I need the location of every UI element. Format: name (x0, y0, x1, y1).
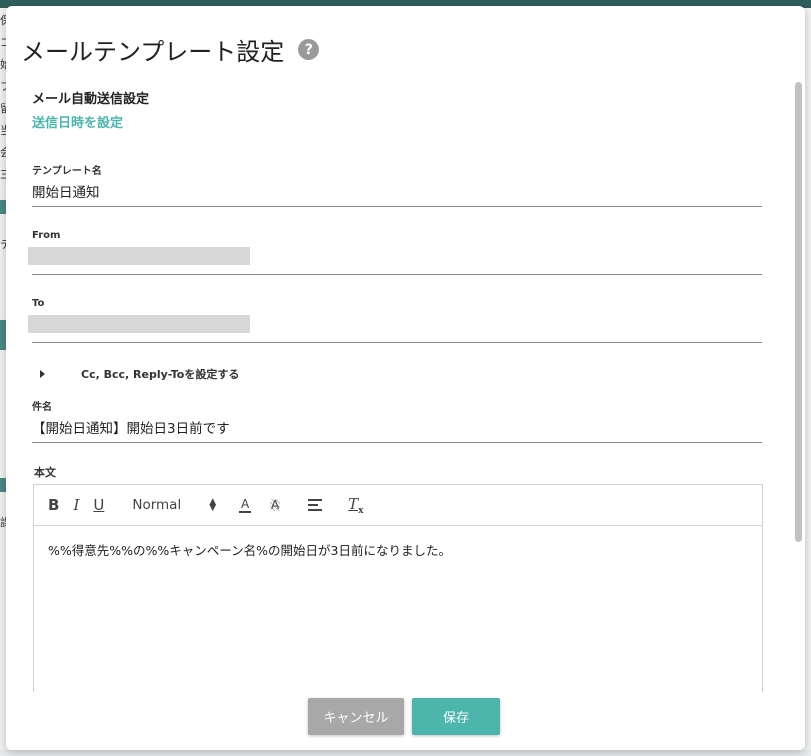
select-arrows-icon: ▲ ▼ (209, 497, 217, 513)
editor-content[interactable]: %%得意先%%の%%キャンペーン名%の開始日が3日前になりました。 (34, 526, 762, 573)
mail-template-dialog: メールテンプレート設定 ? メール自動送信設定 送信日時を設定 テンプレート名 … (6, 6, 805, 750)
subject-input[interactable] (32, 419, 762, 435)
background-color-button[interactable]: A (268, 499, 282, 511)
set-send-datetime-link[interactable]: 送信日時を設定 (32, 112, 123, 131)
dialog-title-row: メールテンプレート設定 ? (21, 32, 320, 67)
cc-bcc-toggle[interactable]: Cc, Bcc, Reply-Toを設定する (40, 366, 239, 382)
to-label: To (32, 298, 45, 309)
font-color-icon: A (241, 496, 250, 511)
scrollbar-thumb[interactable] (795, 82, 802, 542)
body-label: 本文 (34, 466, 56, 479)
format-select[interactable]: Normal ▲ ▼ (132, 497, 216, 513)
subject-field: 件名 (32, 398, 762, 443)
dialog-footer: キャンセル 保存 (6, 692, 805, 750)
subject-label: 件名 (32, 402, 52, 413)
to-field: To (28, 298, 762, 343)
rich-text-editor: B I U Normal ▲ ▼ A A Tx %%得意先%%の%%キャンペーン… (33, 484, 763, 698)
cancel-button[interactable]: キャンセル (308, 698, 404, 735)
align-button[interactable] (308, 499, 323, 511)
format-select-value: Normal (132, 497, 182, 513)
auto-send-section-title: メール自動送信設定 (32, 92, 150, 107)
background-color-icon: A (270, 498, 281, 512)
editor-toolbar: B I U Normal ▲ ▼ A A Tx (34, 485, 762, 526)
from-field: From (28, 230, 762, 275)
bold-button[interactable]: B (48, 494, 59, 516)
question-circle-icon[interactable]: ? (298, 39, 320, 60)
dialog-scroll-area[interactable]: メール自動送信設定 送信日時を設定 テンプレート名 From To Cc, Bc… (6, 78, 805, 698)
caret-right-icon (40, 370, 45, 378)
template-name-input[interactable] (32, 183, 762, 199)
from-label: From (32, 230, 61, 241)
underline-button[interactable]: U (93, 494, 104, 516)
template-name-field: テンプレート名 (32, 162, 762, 207)
clear-format-button[interactable]: Tx (348, 495, 363, 516)
save-button[interactable]: 保存 (412, 698, 500, 735)
clear-format-icon: T (348, 494, 359, 513)
font-color-button[interactable]: A (238, 498, 252, 513)
background-footer (0, 750, 811, 756)
cc-bcc-toggle-label: Cc, Bcc, Reply-Toを設定する (81, 368, 240, 381)
italic-button[interactable]: I (73, 494, 79, 516)
dialog-title: メールテンプレート設定 (21, 38, 285, 66)
template-name-label: テンプレート名 (32, 166, 102, 177)
from-input-redacted[interactable] (28, 247, 250, 265)
to-input-redacted[interactable] (28, 315, 250, 333)
